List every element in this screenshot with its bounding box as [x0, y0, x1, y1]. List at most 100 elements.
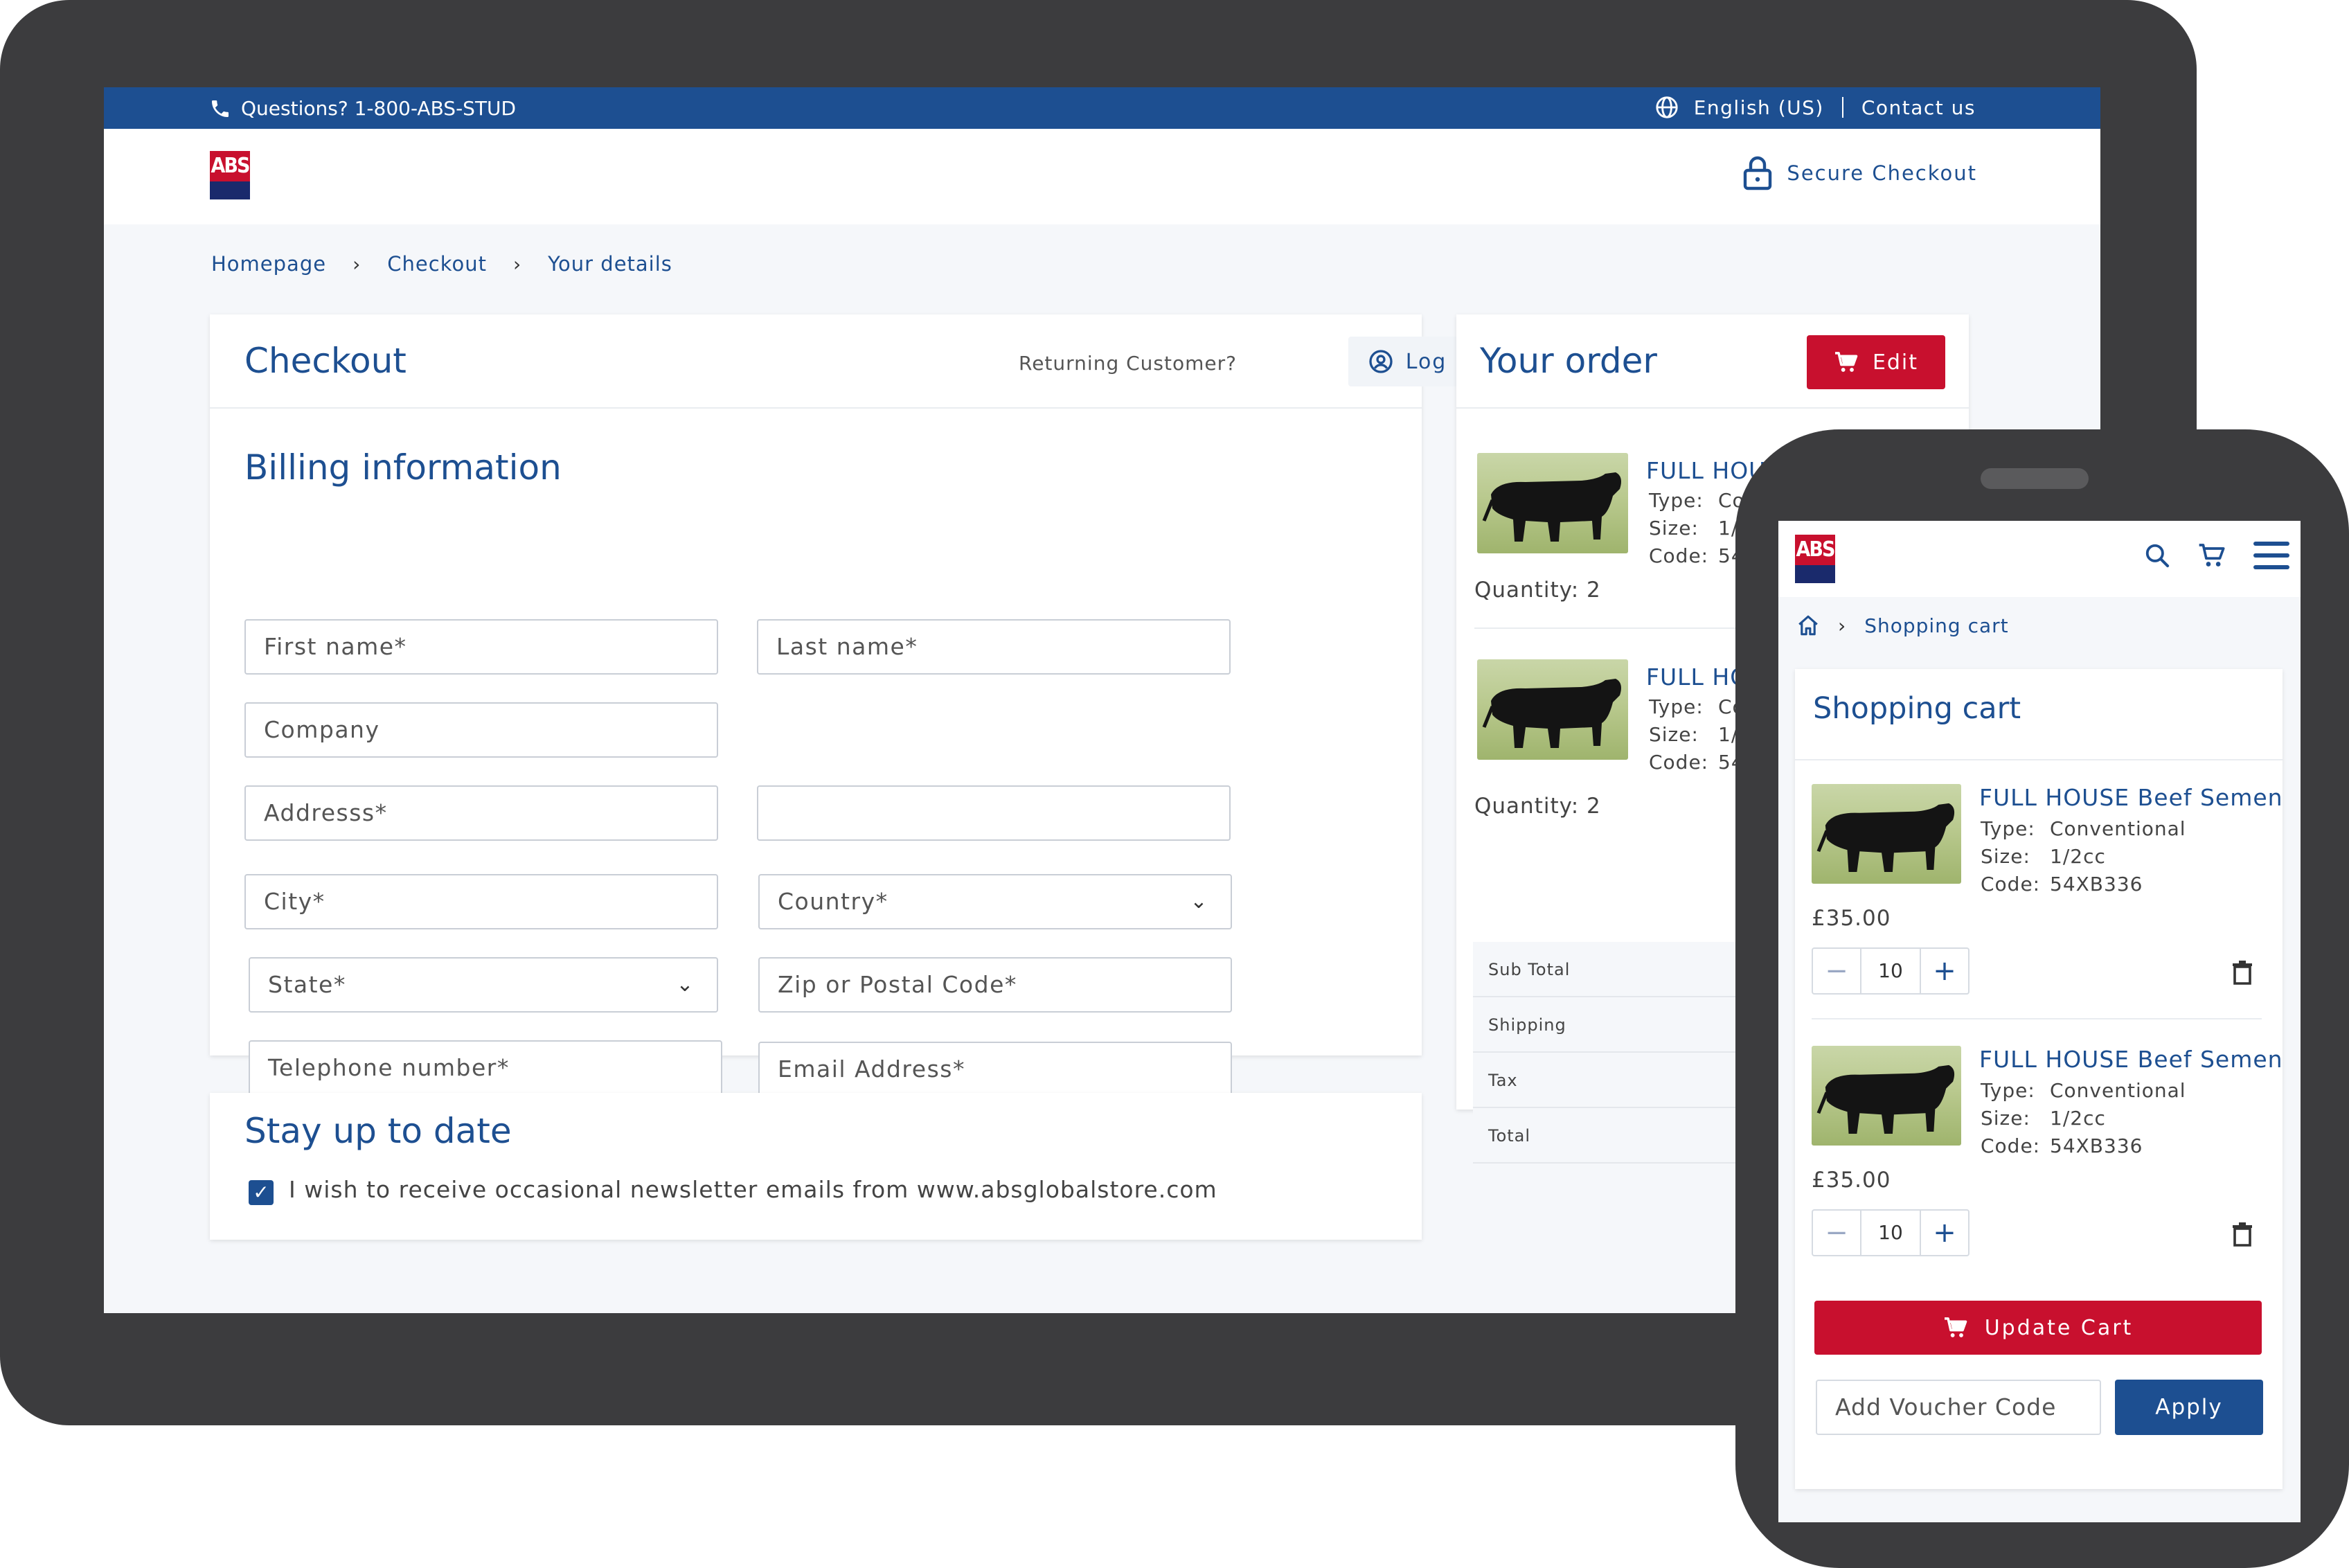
order-item-code-label: Code:	[1649, 544, 1709, 567]
search-icon[interactable]	[2144, 542, 2170, 569]
order-item-code-label: Code:	[1649, 751, 1709, 774]
chevron-down-icon: ⌄	[1190, 889, 1208, 914]
check-icon: ✓	[253, 1181, 269, 1204]
cart-item-type-label: Type:	[1981, 1079, 2035, 1102]
order-item-quantity: Quantity: 2	[1474, 578, 1601, 603]
telephone-field[interactable]: Telephone number*	[249, 1040, 722, 1096]
phone-speaker	[1981, 468, 2089, 489]
cart-item-code-value: 54XB336	[2050, 1134, 2143, 1157]
order-item-size-label: Size:	[1649, 723, 1699, 746]
billing-title: Billing information	[244, 447, 562, 488]
abs-logo[interactable]: ABS	[1795, 535, 1835, 583]
checkout-header: Checkout Returning Customer?	[210, 314, 1422, 409]
newsletter-checkbox[interactable]: ✓	[249, 1180, 274, 1205]
hamburger-icon[interactable]	[2253, 542, 2289, 569]
cart-item-type-value: Conventional	[2050, 1079, 2186, 1102]
newsletter-card: Stay up to date ✓ I wish to receive occa…	[210, 1093, 1422, 1240]
update-cart-button[interactable]: Update Cart	[1814, 1301, 2262, 1355]
mobile-header: ABS	[1778, 521, 2301, 597]
company-field[interactable]: Company	[244, 702, 718, 758]
topbar-right: English (US) Contact us	[1655, 96, 1976, 119]
product-image	[1477, 659, 1628, 760]
edit-order-button[interactable]: Edit	[1807, 335, 1945, 389]
bull-illustration	[1816, 803, 1955, 872]
email-field[interactable]: Email Address*	[758, 1042, 1232, 1097]
quantity-input[interactable]: 10	[1860, 949, 1921, 993]
quantity-stepper: − 10 +	[1812, 947, 1970, 995]
abs-logo[interactable]: ABS	[210, 151, 250, 199]
bull-illustration	[1816, 1064, 1955, 1134]
cart-item-size-value: 1/2cc	[2050, 1107, 2106, 1130]
state-select[interactable]: State* ⌄	[249, 957, 718, 1013]
cart-icon[interactable]	[2198, 542, 2226, 569]
order-title: Your order	[1480, 341, 1657, 381]
product-image	[1812, 784, 1961, 884]
quantity-input[interactable]: 10	[1860, 1211, 1921, 1255]
cart-item-code-label: Code:	[1981, 873, 2041, 896]
checkout-card: Checkout Returning Customer? Log in Bill…	[210, 314, 1497, 1097]
chevron-right-icon: ›	[352, 252, 361, 276]
cart-item-name[interactable]: FULL HOUSE Beef Semen	[1979, 1046, 2283, 1073]
cart-item-price: £35.00	[1812, 906, 1891, 931]
voucher-input[interactable]: Add Voucher Code	[1816, 1380, 2101, 1435]
phone-text: Questions? 1-800-ABS-STUD	[241, 97, 517, 120]
newsletter-title: Stay up to date	[244, 1111, 512, 1151]
country-select-label: Country*	[778, 888, 888, 915]
mobile-header-icons	[2144, 542, 2289, 569]
phone-link[interactable]: Questions? 1-800-ABS-STUD	[209, 97, 516, 120]
topbar-divider	[1841, 97, 1843, 118]
cart-icon	[1834, 352, 1858, 372]
city-field[interactable]: City*	[244, 874, 718, 929]
newsletter-label: I wish to receive occasional newsletter …	[289, 1176, 1217, 1203]
contact-link[interactable]: Contact us	[1861, 96, 1976, 119]
quantity-stepper: − 10 +	[1812, 1209, 1970, 1256]
top-bar: Questions? 1-800-ABS-STUD English (US) C…	[104, 87, 2100, 129]
lock-icon	[1744, 156, 1772, 190]
order-item-size-label: Size:	[1649, 517, 1699, 540]
decrease-button[interactable]: −	[1813, 949, 1860, 993]
address-field[interactable]: Addresss*	[244, 785, 718, 841]
checkout-title: Checkout	[244, 341, 407, 381]
order-item-type-label: Type:	[1649, 695, 1704, 718]
home-icon[interactable]	[1796, 614, 1820, 637]
phone-device: ABS › Shopping cart Shopping cart FULL H…	[1735, 429, 2349, 1568]
state-select-label: State*	[268, 971, 346, 998]
bull-illustration	[1482, 679, 1621, 748]
trash-icon[interactable]	[2231, 960, 2253, 985]
cart-item-code-value: 54XB336	[2050, 873, 2143, 896]
cart-card: Shopping cart FULL HOUSE Beef Semen Type…	[1795, 669, 2283, 1489]
edit-label: Edit	[1872, 350, 1919, 375]
returning-customer-label: Returning Customer?	[1019, 352, 1237, 375]
breadcrumb-shopping-cart: Shopping cart	[1864, 614, 2009, 637]
trash-icon[interactable]	[2231, 1222, 2253, 1247]
cart-item-size-label: Size:	[1981, 1107, 2030, 1130]
decrease-button[interactable]: −	[1813, 1211, 1860, 1255]
site-header: ABS Secure Checkout	[104, 129, 2100, 224]
chevron-down-icon: ⌄	[676, 972, 695, 997]
chevron-right-icon: ›	[512, 252, 522, 276]
globe-icon	[1656, 96, 1678, 118]
cart-item-type-label: Type:	[1981, 817, 2035, 840]
apply-voucher-button[interactable]: Apply	[2115, 1380, 2263, 1435]
increase-button[interactable]: +	[1921, 1211, 1968, 1255]
order-item-type-label: Type:	[1649, 489, 1704, 512]
order-item-name[interactable]: FULL HO	[1646, 663, 1749, 691]
last-name-field[interactable]: Last name*	[757, 619, 1231, 675]
cart-item-price: £35.00	[1812, 1168, 1891, 1193]
breadcrumb-checkout[interactable]: Checkout	[387, 252, 487, 276]
increase-button[interactable]: +	[1921, 949, 1968, 993]
zip-field[interactable]: Zip or Postal Code*	[758, 957, 1232, 1013]
breadcrumb-homepage[interactable]: Homepage	[211, 252, 326, 276]
country-select[interactable]: Country* ⌄	[758, 874, 1232, 929]
language-selector[interactable]: English (US)	[1655, 96, 1824, 119]
cart-item-type-value: Conventional	[2050, 817, 2186, 840]
cart-item-name[interactable]: FULL HOUSE Beef Semen	[1979, 784, 2283, 811]
breadcrumb-your-details: Your details	[548, 252, 672, 276]
breadcrumb: Homepage › Checkout › Your details	[211, 252, 672, 276]
chevron-right-icon: ›	[1838, 614, 1847, 637]
address-line-2-field[interactable]	[757, 785, 1231, 841]
secure-checkout-label: Secure Checkout	[1787, 161, 1977, 185]
phone-screen: ABS › Shopping cart Shopping cart FULL H…	[1778, 521, 2301, 1522]
first-name-field[interactable]: First name*	[244, 619, 718, 675]
order-item-quantity: Quantity: 2	[1474, 794, 1601, 819]
